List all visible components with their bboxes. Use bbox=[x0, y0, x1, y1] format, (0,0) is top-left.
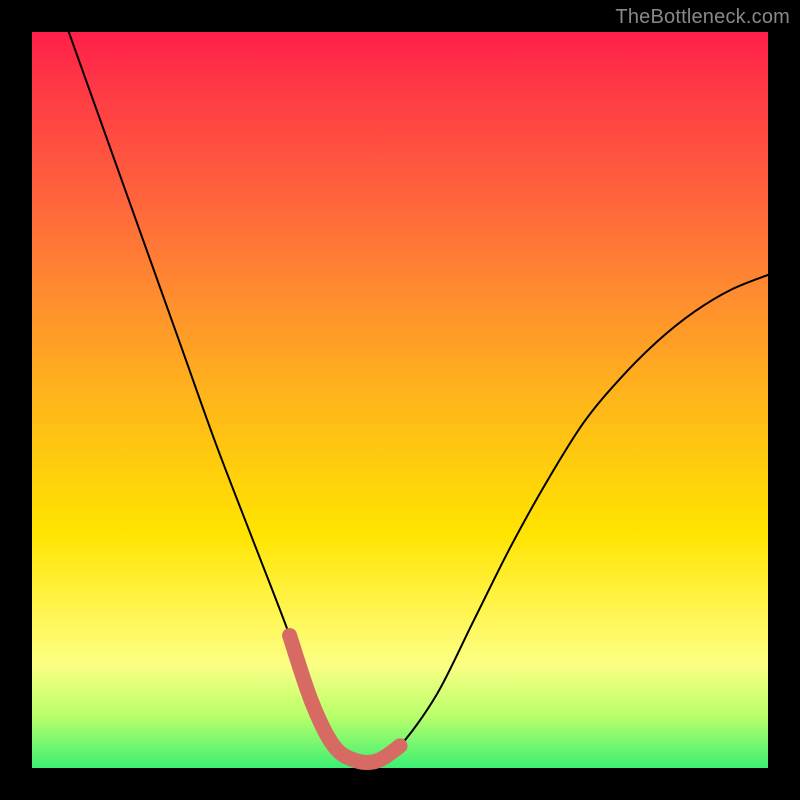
optimal-range-highlight bbox=[290, 636, 400, 763]
chart-frame: TheBottleneck.com bbox=[0, 0, 800, 800]
bottleneck-curve bbox=[69, 32, 768, 762]
chart-svg bbox=[32, 32, 768, 768]
watermark-text: TheBottleneck.com bbox=[615, 6, 790, 29]
